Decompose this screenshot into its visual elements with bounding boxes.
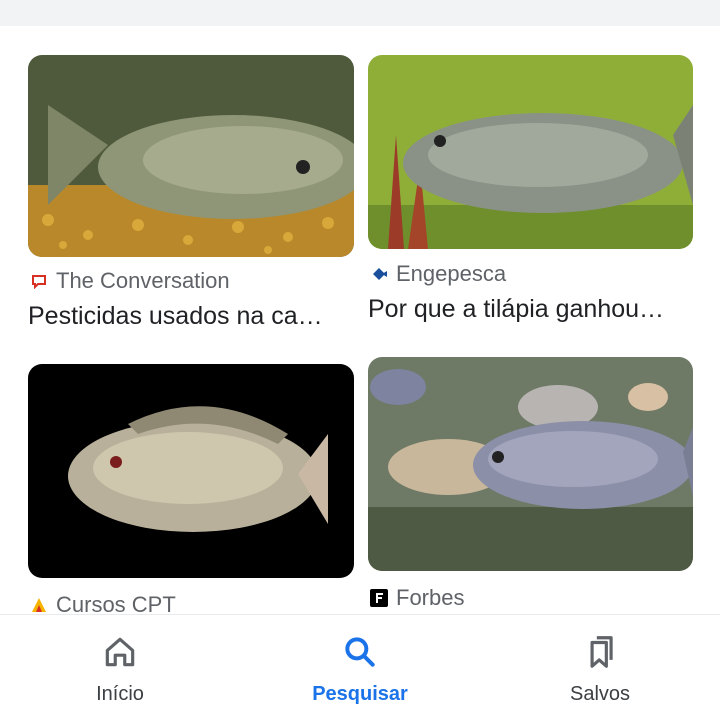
- nav-saved-label: Salvos: [569, 683, 631, 705]
- nav-home[interactable]: Início: [20, 615, 220, 721]
- bookmarks-icon: [590, 636, 613, 668]
- fish-logo-icon: [370, 265, 388, 283]
- home-icon: [105, 637, 135, 667]
- nav-home-label: Início: [96, 683, 144, 705]
- result-image-1[interactable]: [28, 55, 354, 257]
- result-image-3[interactable]: [28, 364, 354, 578]
- speech-bubble-icon: [30, 272, 48, 290]
- result-source-2: Engepesca: [396, 261, 507, 286]
- result-source-4: Forbes: [396, 585, 465, 610]
- nav-search[interactable]: Pesquisar: [260, 615, 460, 721]
- nav-saved[interactable]: Salvos: [500, 615, 700, 721]
- result-title-2[interactable]: Por que a tilápia ganhou…: [368, 295, 693, 324]
- bottom-navigation: Início Pesquisar Salvos: [0, 614, 720, 721]
- nav-search-label: Pesquisar: [312, 683, 408, 705]
- cpt-logo-icon: [30, 596, 48, 614]
- forbes-logo-icon: [370, 589, 388, 607]
- result-image-4[interactable]: [368, 357, 693, 571]
- top-strip: [0, 0, 720, 26]
- result-source-1: The Conversation: [56, 268, 230, 293]
- result-image-2[interactable]: [368, 55, 693, 249]
- result-title-1[interactable]: Pesticidas usados na ca…: [28, 302, 354, 331]
- search-icon: [345, 637, 375, 667]
